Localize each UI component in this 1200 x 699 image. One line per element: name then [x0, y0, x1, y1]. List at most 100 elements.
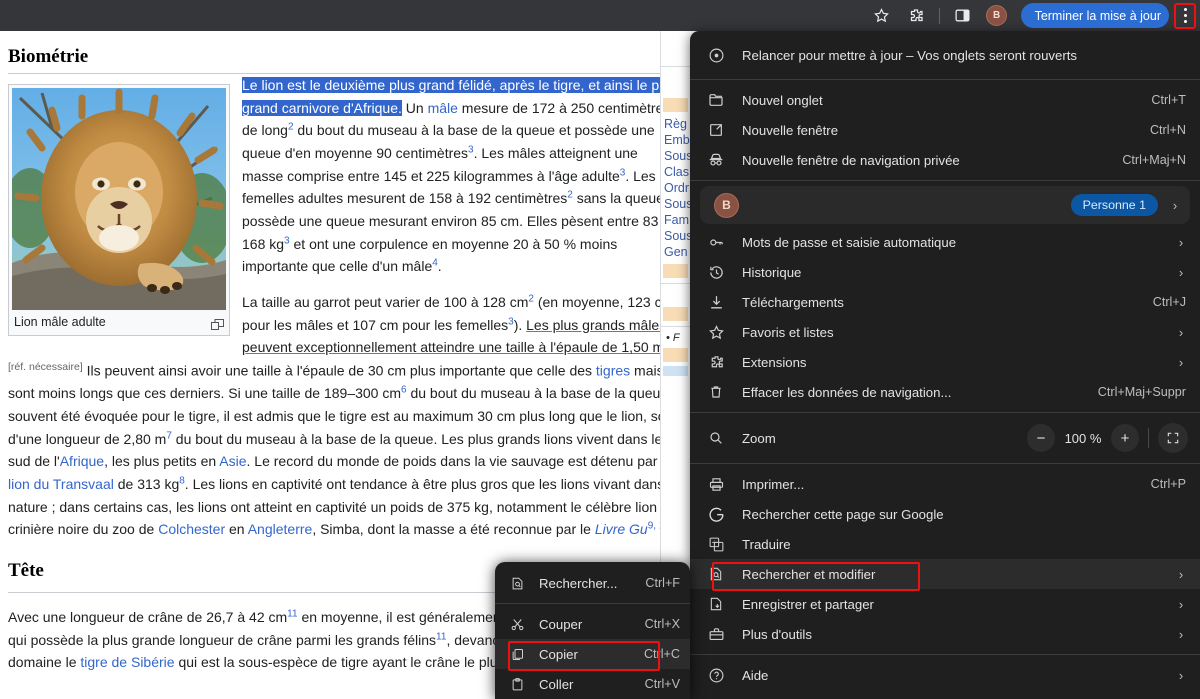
menu-separator: [690, 412, 1200, 413]
menu-item-new-window[interactable]: Nouvelle fenêtre Ctrl+N: [690, 115, 1200, 145]
expand-icon[interactable]: [211, 319, 224, 330]
menu-label: Nouvelle fenêtre: [742, 123, 1140, 138]
menu-label: Imprimer...: [742, 477, 1141, 492]
link-colchester[interactable]: Colchester: [158, 521, 225, 537]
copy-icon: [495, 647, 539, 662]
menu-item-print[interactable]: Imprimer... Ctrl+P: [690, 469, 1200, 499]
menu-item-search-page-google[interactable]: Rechercher cette page sur Google: [690, 499, 1200, 529]
text-run: , Simba, dont la masse a été reconnue pa…: [312, 521, 595, 537]
menu-shortcut: Ctrl+Maj+N: [1122, 153, 1186, 167]
zoom-in-button[interactable]: +: [1111, 424, 1139, 452]
new-tab-icon: [690, 92, 742, 108]
menu-item-downloads[interactable]: Téléchargements Ctrl+J: [690, 287, 1200, 317]
taxobox-band: [663, 307, 688, 321]
avatar[interactable]: B: [980, 1, 1014, 31]
menu-item-more-tools[interactable]: Plus d'outils ›: [690, 619, 1200, 649]
menu-label: Historique: [742, 265, 1166, 280]
kebab-menu-icon[interactable]: [1176, 5, 1194, 27]
find-and-edit-submenu: Rechercher... Ctrl+F Couper Ctrl+X Copie…: [495, 562, 690, 699]
menu-item-save-and-share[interactable]: Enregistrer et partager ›: [690, 589, 1200, 619]
taxobox-row: Clas: [661, 164, 690, 180]
key-icon: [690, 234, 742, 251]
ref-11[interactable]: 11: [287, 608, 297, 619]
taxobox-blue-band: [663, 366, 688, 376]
menu-separator: [690, 463, 1200, 464]
finish-update-button[interactable]: Terminer la mise à jour: [1021, 3, 1169, 28]
taxobox-row: Gen: [661, 244, 690, 260]
text-run: La taille au garrot peut varier de 100 à…: [242, 294, 528, 310]
text-run: , les plus petits en: [104, 453, 219, 469]
side-panel-icon[interactable]: [946, 1, 980, 31]
submenu-item-cut[interactable]: Couper Ctrl+X: [495, 609, 690, 639]
avatar-letter: B: [986, 5, 1007, 26]
link-angleterre[interactable]: Angleterre: [248, 521, 313, 537]
profile-row[interactable]: B Personne 1 ›: [700, 186, 1190, 224]
chevron-right-icon: ›: [1176, 668, 1186, 683]
download-icon: [690, 294, 742, 311]
text-run: , devanç: [446, 632, 499, 648]
menu-separator: [690, 79, 1200, 80]
link-afrique[interactable]: Afrique: [60, 453, 104, 469]
link-tigre-siberie[interactable]: tigre de Sibérie: [80, 654, 174, 670]
submenu-item-copy[interactable]: Copier Ctrl+C: [495, 639, 690, 669]
menu-item-translate[interactable]: Traduire: [690, 529, 1200, 559]
lion-illustration: [12, 88, 226, 310]
menu-item-help[interactable]: Aide ›: [690, 660, 1200, 690]
link-livre-guinness[interactable]: Livre Gu: [595, 521, 648, 537]
menu-item-bookmarks-lists[interactable]: Favoris et listes ›: [690, 317, 1200, 347]
puzzle-icon[interactable]: [899, 1, 933, 31]
paste-icon: [495, 677, 539, 692]
menu-label: Enregistrer et partager: [742, 597, 1166, 612]
menu-shortcut: Ctrl+Maj+Suppr: [1098, 385, 1186, 399]
needs-citation-tag[interactable]: [réf. nécessaire]: [8, 361, 83, 373]
submenu-label: Copier: [539, 647, 644, 662]
link-tigres[interactable]: tigres: [596, 363, 630, 379]
menu-item-history[interactable]: Historique ›: [690, 257, 1200, 287]
menu-item-new-tab[interactable]: Nouvel onglet Ctrl+T: [690, 85, 1200, 115]
save-share-icon: [690, 596, 742, 612]
star-icon: [690, 324, 742, 341]
menu-item-passwords-autofill[interactable]: Mots de passe et saisie automatique ›: [690, 227, 1200, 257]
link-male[interactable]: mâle: [428, 100, 458, 116]
toolbox-icon: [690, 626, 742, 643]
translate-icon: [690, 536, 742, 553]
menu-item-extensions[interactable]: Extensions ›: [690, 347, 1200, 377]
magnifier-icon: [690, 430, 742, 446]
chevron-right-icon: ›: [1176, 567, 1186, 582]
thumbnail-caption-row: Lion mâle adulte: [12, 310, 226, 332]
menu-item-relaunch-update[interactable]: Relancer pour mettre à jour – Vos onglet…: [690, 36, 1200, 74]
thumbnail-caption: Lion mâle adulte: [14, 315, 106, 330]
menu-item-clear-browsing-data[interactable]: Effacer les données de navigation... Ctr…: [690, 377, 1200, 407]
menu-item-find-and-edit[interactable]: Rechercher et modifier ›: [690, 559, 1200, 589]
link-lion-transvaal[interactable]: lion du Transvaal: [8, 476, 114, 492]
scissors-icon: [495, 617, 539, 632]
trash-icon: [690, 384, 742, 400]
submenu-label: Coller: [539, 677, 645, 692]
menu-item-new-incognito-window[interactable]: Nouvelle fenêtre de navigation privée Ct…: [690, 145, 1200, 175]
ref-11[interactable]: 11: [436, 631, 446, 642]
submenu-item-find[interactable]: Rechercher... Ctrl+F: [495, 568, 690, 598]
star-icon[interactable]: [865, 1, 899, 31]
google-g-icon: [690, 506, 742, 523]
menu-label: Téléchargements: [742, 295, 1143, 310]
profile-avatar: B: [714, 193, 739, 218]
submenu-shortcut: Ctrl+F: [645, 576, 680, 590]
menu-label: Nouvelle fenêtre de navigation privée: [742, 153, 1112, 168]
article-thumbnail[interactable]: Lion mâle adulte: [8, 84, 230, 336]
link-asie[interactable]: Asie: [219, 453, 246, 469]
fullscreen-icon[interactable]: [1158, 423, 1188, 453]
taxobox-row: Sous: [661, 228, 690, 244]
toolbar-divider: [939, 8, 940, 24]
text-run: de 313 kg: [114, 476, 179, 492]
finish-update-label: Terminer la mise à jour: [1035, 9, 1161, 23]
menu-separator: [690, 654, 1200, 655]
menu-shortcut: Ctrl+N: [1150, 123, 1186, 137]
text-run: en moyenne, il est généralement: [298, 609, 505, 625]
zoom-out-button[interactable]: −: [1027, 424, 1055, 452]
submenu-item-paste[interactable]: Coller Ctrl+V: [495, 669, 690, 699]
text-run: qui possède la plus grande longueur de c…: [8, 632, 436, 648]
text-run: domaine le: [8, 654, 80, 670]
taxobox-row: Fam: [661, 212, 690, 228]
zoom-label: Zoom: [742, 431, 1027, 446]
help-circle-icon: [690, 667, 742, 684]
